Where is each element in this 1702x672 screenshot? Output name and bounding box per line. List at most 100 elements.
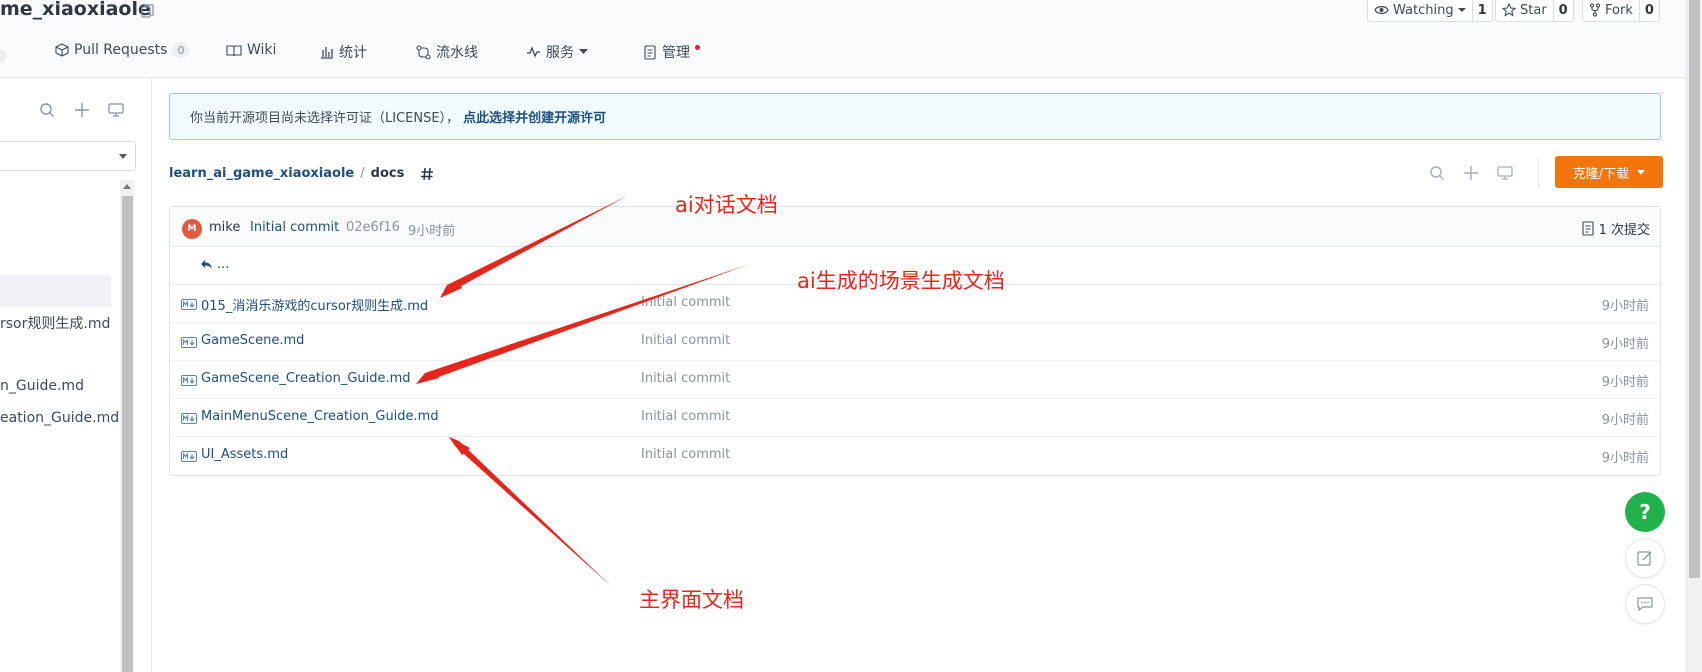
file-commit-message[interactable]: Initial commit [641, 371, 730, 386]
plus-icon[interactable] [73, 101, 91, 119]
breadcrumb-separator: / [360, 166, 365, 181]
markdown-file-icon [181, 299, 197, 310]
sidebar-file-item[interactable]: eation_Guide.md [0, 410, 119, 426]
file-rows: 015_消消乐游戏的cursor规则生成.md Initial commit 9小时… [170, 285, 1660, 476]
tab-pipeline-label: 流水线 [436, 45, 478, 61]
fork-icon [1589, 3, 1601, 17]
help-button[interactable]: ? [1625, 492, 1665, 532]
chevron-down-icon [579, 49, 588, 54]
table-row[interactable]: MainMenuScene_Creation_Guide.md Initial c… [170, 399, 1660, 437]
pipeline-icon [416, 44, 431, 60]
file-name-link[interactable]: 015_消消乐游戏的cursor规则生成.md [201, 295, 428, 314]
commit-message[interactable]: Initial commit [250, 220, 339, 235]
file-commit-message[interactable]: Initial commit [641, 333, 730, 348]
fork-button[interactable]: Fork 0 [1582, 0, 1660, 22]
settings-doc-icon [644, 44, 656, 60]
parent-dir-link[interactable]: ... [200, 257, 229, 272]
watching-count: 1 [1471, 0, 1492, 21]
tab-pipeline[interactable]: 流水线 [416, 42, 478, 62]
tab-pull-requests-label: Pull Requests [74, 42, 168, 58]
monitor-icon[interactable] [107, 101, 125, 119]
fork-count: 0 [1638, 0, 1659, 21]
file-commit-time: 9小时前 [1601, 299, 1649, 314]
file-name-link[interactable]: GameScene_Creation_Guide.md [201, 371, 411, 386]
clone-download-label: 克隆/下载 [1572, 166, 1630, 182]
chevron-down-icon [119, 154, 127, 159]
file-name-link[interactable]: MainMenuScene_Creation_Guide.md [201, 409, 439, 424]
parent-dir-label: ... [217, 257, 230, 272]
file-name-link[interactable]: UI_Assets.md [201, 447, 288, 462]
parent-dir-row[interactable]: ... [170, 247, 1660, 285]
watching-button[interactable]: Watching 1 [1367, 0, 1493, 22]
commit-count-link[interactable]: 1 次提交 [1581, 219, 1650, 238]
chevron-down-icon [1457, 8, 1466, 12]
tab-manage[interactable]: 管理 [643, 42, 690, 62]
sidebar-scroll-thumb[interactable] [122, 196, 133, 672]
branch-select[interactable] [0, 141, 136, 171]
sidebar-selected-row[interactable] [0, 275, 111, 307]
table-row[interactable]: GameScene.md Initial commit 9小时前 [170, 323, 1660, 361]
license-notice-text: 你当前开源项目尚未选择许可证（LICENSE）， [190, 111, 460, 126]
repo-header: me_xiaoxiaole Watching 1 Star 0 Fork 0 P… [0, 0, 1702, 78]
breadcrumb-repo-link[interactable]: learn_ai_game_xiaoxiaole [169, 166, 354, 181]
repo-title[interactable]: me_xiaoxiaole [0, 0, 151, 20]
file-commit-message[interactable]: Initial commit [641, 447, 730, 462]
markdown-file-icon [181, 413, 197, 424]
plus-icon[interactable] [1462, 164, 1480, 182]
star-label: Star [1520, 2, 1547, 18]
tab-stats[interactable]: 统计 [320, 42, 367, 62]
commit-count-label: 1 次提交 [1598, 223, 1650, 238]
hash-icon[interactable] [420, 167, 434, 181]
tab-services[interactable]: 服务 [526, 42, 588, 62]
commit-author[interactable]: mike [209, 220, 240, 235]
book-icon [226, 44, 242, 56]
file-commit-message[interactable]: Initial commit [641, 409, 730, 424]
annotation-label-main-ui: 主界面文档 [639, 588, 744, 612]
file-list: M mike Initial commit 02e6f16 9小时前 1 次提交… [169, 206, 1661, 476]
file-commit-time: 9小时前 [1601, 337, 1649, 352]
page-scroll-thumb[interactable] [1689, 0, 1700, 578]
markdown-file-icon [181, 337, 197, 348]
file-commit-time: 9小时前 [1601, 413, 1649, 428]
clone-download-button[interactable]: 克隆/下载 [1555, 156, 1663, 188]
table-row[interactable]: UI_Assets.md Initial commit 9小时前 [170, 437, 1660, 475]
tab-pull-requests[interactable]: Pull Requests 0 [55, 42, 190, 58]
tab-services-label: 服务 [546, 45, 574, 61]
file-name-link[interactable]: GameScene.md [201, 333, 304, 348]
count-badge [0, 49, 6, 63]
commit-hash[interactable]: 02e6f16 [346, 220, 400, 235]
edit-icon [1637, 551, 1652, 566]
chevron-down-icon [1637, 169, 1646, 175]
file-commit-message[interactable]: Initial commit [641, 295, 730, 310]
monitor-icon[interactable] [1496, 164, 1514, 182]
file-commit-time: 9小时前 [1601, 451, 1649, 466]
search-icon[interactable] [1428, 164, 1446, 182]
copy-icon[interactable] [139, 2, 157, 20]
table-row[interactable]: GameScene_Creation_Guide.md Initial commi… [170, 361, 1660, 399]
sidebar-file-item[interactable]: n_Guide.md [0, 378, 84, 394]
breadcrumb-current: docs [370, 166, 405, 181]
sidebar-file-item[interactable]: rsor规则生成.md [0, 313, 110, 333]
commit-log-icon [1582, 221, 1594, 236]
commit-time: 9小时前 [408, 224, 456, 239]
tab-wiki-label: Wiki [247, 42, 277, 58]
feedback-button[interactable] [1625, 538, 1665, 578]
bar-chart-icon [321, 47, 333, 59]
search-icon[interactable] [38, 101, 56, 119]
table-row[interactable]: 015_消消乐游戏的cursor规则生成.md Initial commit 9小时… [170, 285, 1660, 323]
star-count: 0 [1552, 0, 1573, 21]
star-button[interactable]: Star 0 [1495, 0, 1574, 22]
breadcrumb: learn_ai_game_xiaoxiaole / docs [169, 166, 434, 181]
avatar[interactable]: M [182, 219, 202, 239]
create-license-link[interactable]: 点此选择并创建开源许可 [463, 107, 606, 126]
tab-wiki[interactable]: Wiki [226, 42, 276, 58]
notification-dot [695, 45, 700, 50]
file-commit-time: 9小时前 [1601, 375, 1649, 390]
pull-requests-count: 0 [172, 42, 190, 58]
eye-icon [1374, 6, 1389, 14]
scroll-up-arrow[interactable] [123, 184, 131, 189]
chat-button[interactable] [1625, 584, 1665, 624]
fork-label: Fork [1605, 2, 1633, 18]
tab-stats-label: 统计 [339, 45, 367, 61]
chat-icon [1637, 597, 1653, 612]
